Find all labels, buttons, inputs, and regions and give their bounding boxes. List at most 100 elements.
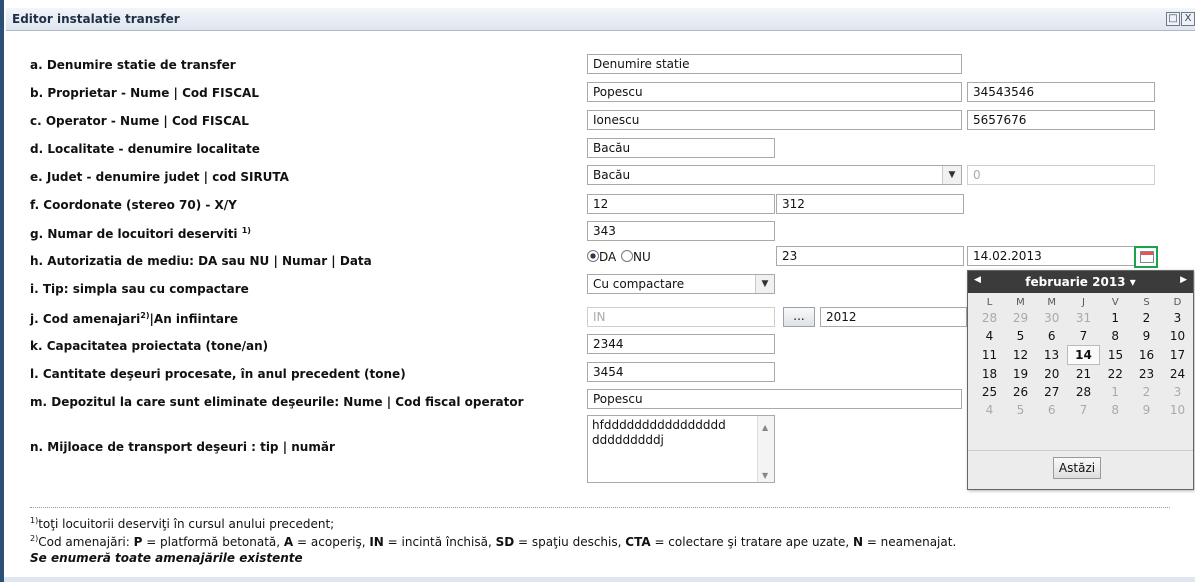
calendar-day[interactable]: 4 bbox=[974, 401, 1005, 419]
footnote-ref-2: 2) bbox=[140, 311, 150, 320]
calendar-footer: Astăzi bbox=[968, 450, 1193, 489]
tip-select-value: Cu compactare bbox=[593, 277, 685, 291]
calendar-day[interactable]: 10 bbox=[1162, 327, 1193, 346]
calendar-day[interactable]: 28 bbox=[1068, 383, 1100, 401]
calendar-day[interactable]: 2 bbox=[1131, 309, 1162, 327]
calendar-popup: ◀ februarie 2013 ▾ ▶ LMM JVS D 28 29 30 … bbox=[967, 270, 1194, 490]
calendar-day[interactable]: 28 bbox=[974, 309, 1005, 327]
dialog-title: Editor instalatie transfer bbox=[12, 12, 180, 26]
label-coordonate: f. Coordonate (stereo 70) - X/Y bbox=[30, 198, 237, 212]
calendar-day[interactable]: 5 bbox=[1005, 401, 1036, 419]
calendar-day[interactable]: 8 bbox=[1100, 401, 1132, 419]
bottom-edge-bar bbox=[4, 577, 1195, 582]
tip-select[interactable]: Cu compactare ▼ bbox=[587, 274, 775, 294]
calendar-day[interactable]: 17 bbox=[1162, 346, 1193, 365]
transport-textarea[interactable]: hfdddddddddddddddd dddddddddj ▲ ▼ bbox=[587, 415, 775, 483]
denumire-statie-input[interactable]: Denumire statie bbox=[587, 54, 962, 74]
calendar-day[interactable]: 18 bbox=[974, 365, 1005, 384]
calendar-day[interactable]: 2 bbox=[1131, 383, 1162, 401]
label-transport: n. Mijloace de transport deşeuri : tip |… bbox=[30, 440, 335, 454]
dialog-titlebar: Editor instalatie transfer □ X bbox=[6, 8, 1195, 31]
proprietar-cod-input[interactable]: 34543546 bbox=[967, 82, 1155, 102]
coord-y-input[interactable]: 312 bbox=[776, 194, 964, 214]
calendar-day[interactable]: 21 bbox=[1068, 365, 1100, 384]
proprietar-nume-input[interactable]: Popescu bbox=[587, 82, 962, 102]
label-denumire-statie: a. Denumire statie de transfer bbox=[30, 58, 236, 72]
siruta-input: 0 bbox=[967, 165, 1155, 185]
label-locuitori: g. Numar de locuitori deserviti 1) bbox=[30, 226, 251, 241]
calendar-day[interactable]: 16 bbox=[1131, 346, 1162, 365]
calendar-day[interactable]: 7 bbox=[1068, 327, 1100, 346]
calendar-day[interactable]: 27 bbox=[1036, 383, 1068, 401]
calendar-day[interactable]: 23 bbox=[1131, 365, 1162, 384]
scroll-up-icon[interactable]: ▲ bbox=[762, 420, 768, 435]
depozit-input[interactable]: Popescu bbox=[587, 389, 962, 409]
coord-x-input[interactable]: 12 bbox=[587, 194, 775, 214]
radio-da-dot[interactable] bbox=[587, 250, 599, 262]
chevron-down-icon[interactable]: ▼ bbox=[755, 275, 774, 293]
next-month-icon[interactable]: ▶ bbox=[1180, 275, 1187, 285]
cod-amenajari-input[interactable]: IN bbox=[587, 307, 775, 327]
close-icon[interactable]: X bbox=[1181, 12, 1195, 26]
calendar-day[interactable]: 6 bbox=[1036, 327, 1068, 346]
label-depozit: m. Depozitul la care sunt eliminate deşe… bbox=[30, 395, 524, 409]
calendar-day[interactable]: 25 bbox=[974, 383, 1005, 401]
calendar-month[interactable]: februarie 2013 ▾ bbox=[968, 275, 1193, 289]
calendar-day[interactable]: 26 bbox=[1005, 383, 1036, 401]
calendar-day[interactable]: 13 bbox=[1036, 346, 1068, 365]
calendar-day-selected[interactable]: 14 bbox=[1067, 345, 1100, 365]
label-autorizatie: h. Autorizatia de mediu: DA sau NU | Num… bbox=[30, 254, 372, 268]
autorizatie-numar-input[interactable]: 23 bbox=[776, 246, 964, 266]
calendar-day[interactable]: 4 bbox=[974, 327, 1005, 346]
calendar-day[interactable]: 5 bbox=[1005, 327, 1036, 346]
radio-da[interactable]: DA bbox=[587, 250, 616, 264]
footnote-2: 2)Cod amenajări: P = platformă betonată,… bbox=[30, 534, 957, 549]
footnote-ref-1: 1) bbox=[241, 226, 251, 235]
calendar-day[interactable]: 22 bbox=[1100, 365, 1132, 384]
scroll-down-icon[interactable]: ▼ bbox=[762, 468, 768, 483]
calendar-day[interactable]: 3 bbox=[1162, 383, 1193, 401]
calendar-day[interactable]: 29 bbox=[1005, 309, 1036, 327]
calendar-icon[interactable] bbox=[1134, 246, 1158, 268]
calendar-day[interactable]: 10 bbox=[1162, 401, 1193, 419]
label-tip: i. Tip: simpla sau cu compactare bbox=[30, 282, 249, 296]
calendar-day[interactable]: 9 bbox=[1131, 327, 1162, 346]
footnote-1: 1)toţi locuitorii deserviţi în cursul an… bbox=[30, 516, 335, 531]
calendar-day[interactable]: 20 bbox=[1036, 365, 1068, 384]
calendar-day[interactable]: 30 bbox=[1036, 309, 1068, 327]
label-proprietar: b. Proprietar - Nume | Cod FISCAL bbox=[30, 86, 259, 100]
browse-button[interactable]: ... bbox=[783, 307, 815, 327]
calendar-day[interactable]: 24 bbox=[1162, 365, 1193, 384]
locuitori-input[interactable]: 343 bbox=[587, 221, 775, 241]
capacitate-input[interactable]: 2344 bbox=[587, 334, 775, 354]
calendar-day[interactable]: 31 bbox=[1068, 309, 1100, 327]
calendar-day[interactable]: 6 bbox=[1036, 401, 1068, 419]
operator-cod-input[interactable]: 5657676 bbox=[967, 110, 1155, 130]
calendar-day[interactable]: 7 bbox=[1068, 401, 1100, 419]
judet-select-value: Bacău bbox=[593, 168, 631, 182]
calendar-header: ◀ februarie 2013 ▾ ▶ bbox=[968, 271, 1193, 293]
autorizatie-data-input[interactable]: 14.02.2013 bbox=[967, 246, 1135, 266]
calendar-day[interactable]: 11 bbox=[974, 346, 1005, 365]
localitate-input[interactable]: Bacău bbox=[587, 138, 775, 158]
judet-select[interactable]: Bacău ▼ bbox=[587, 165, 962, 185]
calendar-day[interactable]: 1 bbox=[1100, 309, 1132, 327]
calendar-day[interactable]: 19 bbox=[1005, 365, 1036, 384]
radio-nu[interactable]: NU bbox=[621, 250, 651, 264]
textarea-scrollbar[interactable]: ▲ ▼ bbox=[757, 416, 774, 482]
left-edge-bar bbox=[0, 0, 4, 582]
calendar-day[interactable]: 15 bbox=[1100, 346, 1132, 365]
an-infiintare-input[interactable]: 2012 bbox=[820, 307, 967, 327]
footnote-3: Se enumeră toate amenajările existente bbox=[30, 551, 303, 565]
chevron-down-icon[interactable]: ▼ bbox=[942, 166, 961, 184]
calendar-day[interactable]: 9 bbox=[1131, 401, 1162, 419]
radio-nu-dot[interactable] bbox=[621, 250, 633, 262]
cantitate-input[interactable]: 3454 bbox=[587, 362, 775, 382]
today-button[interactable]: Astăzi bbox=[1053, 457, 1101, 479]
calendar-day[interactable]: 12 bbox=[1005, 346, 1036, 365]
calendar-day[interactable]: 1 bbox=[1100, 383, 1132, 401]
minimize-icon[interactable]: □ bbox=[1166, 12, 1180, 26]
operator-nume-input[interactable]: Ionescu bbox=[587, 110, 962, 130]
calendar-day[interactable]: 3 bbox=[1162, 309, 1193, 327]
calendar-day[interactable]: 8 bbox=[1100, 327, 1132, 346]
